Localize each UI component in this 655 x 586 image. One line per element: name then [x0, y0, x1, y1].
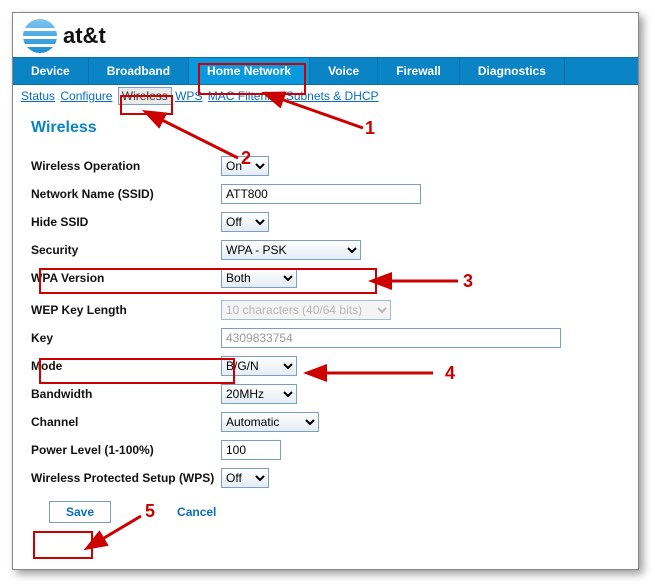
label-mode: Mode: [31, 359, 221, 373]
nav-firewall[interactable]: Firewall: [378, 58, 460, 84]
input-key[interactable]: [221, 328, 561, 348]
nav-broadband[interactable]: Broadband: [89, 58, 189, 84]
input-ssid[interactable]: [221, 184, 421, 204]
att-globe-icon: [23, 19, 57, 53]
page-title: Wireless: [31, 119, 620, 137]
save-button[interactable]: Save: [49, 501, 111, 523]
select-hide-ssid[interactable]: Off: [221, 212, 269, 232]
subnav-configure[interactable]: Configure: [60, 89, 112, 103]
select-wireless-op[interactable]: On: [221, 156, 269, 176]
select-wep-len: 10 characters (40/64 bits): [221, 300, 391, 320]
subnav-subnets-dhcp[interactable]: Subnets & DHCP: [286, 89, 379, 103]
label-wpa-version: WPA Version: [31, 271, 221, 285]
label-hide-ssid: Hide SSID: [31, 215, 221, 229]
subnav-wireless[interactable]: Wireless: [118, 87, 172, 105]
button-row: Save Cancel: [31, 501, 620, 523]
select-wps[interactable]: Off: [221, 468, 269, 488]
select-mode[interactable]: B/G/N: [221, 356, 297, 376]
select-channel[interactable]: Automatic: [221, 412, 319, 432]
label-ssid: Network Name (SSID): [31, 187, 221, 201]
select-wpa-version[interactable]: Both: [221, 268, 297, 288]
label-bandwidth: Bandwidth: [31, 387, 221, 401]
cancel-button[interactable]: Cancel: [161, 501, 232, 523]
nav-home-network[interactable]: Home Network: [189, 58, 310, 84]
label-security: Security: [31, 243, 221, 257]
label-power: Power Level (1-100%): [31, 443, 221, 457]
label-wps: Wireless Protected Setup (WPS): [31, 472, 221, 485]
nav-diagnostics[interactable]: Diagnostics: [460, 58, 565, 84]
router-admin-panel: at&t Device Broadband Home Network Voice…: [12, 12, 639, 570]
input-power[interactable]: [221, 440, 281, 460]
sub-nav: Status Configure Wireless WPS MAC Filter…: [13, 85, 638, 107]
annotation-box-5: [33, 531, 93, 559]
brand-text: at&t: [63, 23, 106, 49]
select-security[interactable]: WPA - PSK: [221, 240, 361, 260]
nav-voice[interactable]: Voice: [310, 58, 378, 84]
subnav-status[interactable]: Status: [21, 89, 55, 103]
main-nav: Device Broadband Home Network Voice Fire…: [13, 57, 638, 85]
logo-row: at&t: [13, 13, 638, 57]
label-key: Key: [31, 331, 221, 345]
subnav-mac-filtering[interactable]: MAC Filtering: [208, 89, 281, 103]
label-wireless-op: Wireless Operation: [31, 159, 221, 173]
select-bandwidth[interactable]: 20MHz: [221, 384, 297, 404]
nav-device[interactable]: Device: [13, 58, 89, 84]
subnav-wps[interactable]: WPS: [175, 89, 202, 103]
label-wep-len: WEP Key Length: [31, 303, 221, 317]
label-channel: Channel: [31, 415, 221, 429]
content-area: Wireless Wireless Operation On Network N…: [13, 107, 638, 533]
